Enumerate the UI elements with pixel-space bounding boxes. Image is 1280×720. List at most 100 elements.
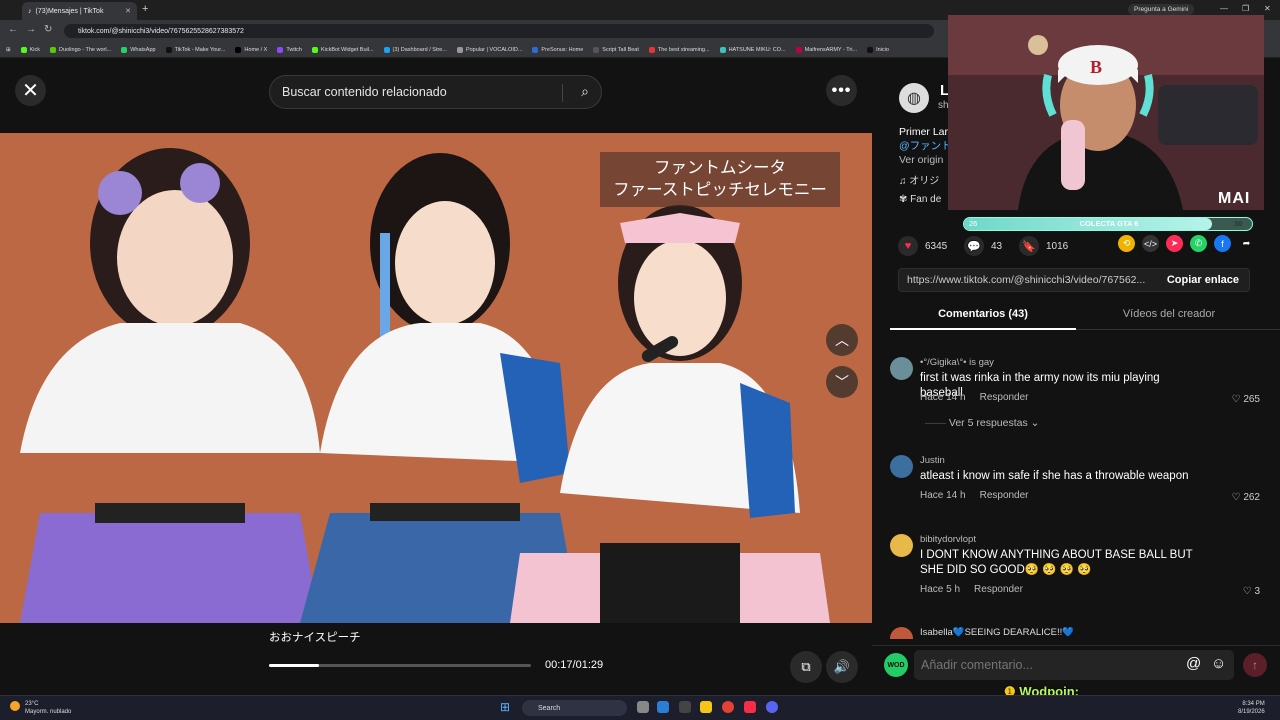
more-options-button[interactable]: •••: [826, 75, 857, 106]
reply-button[interactable]: Responder: [980, 392, 1029, 403]
previous-video-button[interactable]: ︿: [826, 324, 858, 356]
bookmark[interactable]: KickBot Widget Buil...: [311, 46, 374, 53]
author-avatar[interactable]: ◍: [899, 83, 929, 113]
close-video-button[interactable]: ✕: [15, 75, 46, 106]
weather-temp: 23°C: [25, 701, 39, 707]
back-icon[interactable]: ←: [8, 24, 18, 35]
search-placeholder: Buscar contenido relacionado: [282, 85, 447, 99]
bookmark[interactable]: HATSUNE MIKU: CO...: [719, 46, 786, 53]
whatsapp-icon[interactable]: ✆: [1190, 235, 1207, 252]
new-tab-icon[interactable]: +: [142, 3, 148, 15]
volume-button[interactable]: 🔊: [826, 651, 858, 683]
related-search-input[interactable]: Buscar contenido relacionado ⌕: [269, 75, 602, 109]
commenter-name[interactable]: bibitydorvlopt: [920, 534, 976, 545]
reply-button[interactable]: Responder: [980, 490, 1029, 501]
my-avatar[interactable]: WOD: [884, 653, 908, 677]
browser-tab[interactable]: ♪ (73)Mensajes | TikTok ✕: [22, 2, 137, 20]
comment-meta: Hace 14 h Responder: [920, 392, 1029, 403]
app-icon[interactable]: [679, 701, 691, 713]
bookmark[interactable]: WhatsApp: [121, 46, 156, 53]
next-video-button[interactable]: ﹀: [826, 366, 858, 398]
comment-time: Hace 14 h: [920, 392, 966, 403]
bookmark[interactable]: Inicio: [867, 46, 889, 53]
share-icon[interactable]: ➦: [1238, 235, 1255, 252]
commenter-avatar[interactable]: [890, 455, 913, 478]
bookmark[interactable]: Kick: [20, 46, 40, 53]
see-original-link[interactable]: Ver origin: [899, 153, 949, 167]
commenter-avatar[interactable]: [890, 627, 913, 639]
goal-label: COLECTA GTA 6: [1079, 219, 1139, 228]
bookmark[interactable]: PreSonus: Home: [532, 46, 583, 53]
comment-count: 43: [991, 240, 1003, 252]
taskbar-clock[interactable]: 8:34 PM 8/19/2026: [1238, 700, 1265, 716]
forward-icon[interactable]: →: [26, 24, 36, 35]
music-app-icon[interactable]: [744, 701, 756, 713]
post-comment-button[interactable]: ↑: [1243, 653, 1267, 677]
gemini-button[interactable]: Pregunta a Gemini: [1128, 4, 1195, 15]
chrome-icon[interactable]: [722, 701, 734, 713]
reply-button[interactable]: Responder: [974, 584, 1023, 595]
like-stat[interactable]: ♥ 6345: [898, 236, 947, 256]
app-icon[interactable]: [657, 701, 669, 713]
minimize-icon[interactable]: —: [1220, 4, 1228, 13]
comment-like[interactable]: ♡ 262: [1232, 492, 1260, 503]
comment-like-count: 3: [1254, 586, 1260, 597]
comment-like[interactable]: ♡ 265: [1232, 394, 1260, 405]
reload-icon[interactable]: ↻: [44, 24, 52, 35]
bookmark[interactable]: MaifrensARMY - Tri...: [795, 46, 857, 53]
task-view-icon[interactable]: [637, 701, 649, 713]
comment-text: I DONT KNOW ANYTHING ABOUT BASE BALL BUT…: [920, 549, 1193, 576]
bookmark[interactable]: The best streaming...: [648, 46, 710, 53]
comment-stat[interactable]: 💬 43: [964, 236, 1002, 256]
mention-icon[interactable]: @: [1186, 655, 1201, 672]
copy-link-button[interactable]: Copiar enlace: [1167, 274, 1239, 286]
maximize-icon[interactable]: ❐: [1242, 4, 1249, 13]
close-window-icon[interactable]: ✕: [1264, 4, 1271, 13]
comment-like[interactable]: ♡ 3: [1243, 586, 1260, 597]
commenter-name[interactable]: •°/Gigika\°• is gay: [920, 357, 994, 368]
close-tab-icon[interactable]: ✕: [125, 7, 131, 15]
search-icon[interactable]: ⌕: [581, 83, 589, 100]
weather-widget[interactable]: 23°C Mayorm. nublado: [25, 700, 71, 716]
view-replies-button[interactable]: —— Ver 5 respuestas ⌄: [925, 417, 1039, 429]
taskbar-search[interactable]: Search: [522, 700, 627, 716]
apps-icon[interactable]: ⊞: [6, 47, 11, 53]
emoji-icon[interactable]: ☺: [1211, 655, 1226, 672]
arrow-up-icon: ↑: [1252, 658, 1258, 672]
commenter-name[interactable]: Justin: [920, 455, 945, 466]
pip-button[interactable]: ⧉: [790, 651, 822, 683]
windows-start-icon[interactable]: ⊞: [500, 700, 510, 714]
progress-bar[interactable]: [269, 664, 531, 667]
commenter-avatar[interactable]: [890, 357, 913, 380]
goal-target: 30: [1234, 219, 1243, 228]
clock-time: 8:34 PM: [1242, 701, 1265, 707]
bookmark[interactable]: (3) Dashboard / Stre...: [383, 46, 447, 53]
comment-icon: 💬: [964, 236, 984, 256]
comment-like-count: 262: [1243, 492, 1260, 503]
file-explorer-icon[interactable]: [700, 701, 712, 713]
music-label[interactable]: ♫ オリジ: [899, 172, 939, 187]
discord-icon[interactable]: [766, 701, 778, 713]
webcam-feed: B: [948, 15, 1264, 210]
send-icon[interactable]: ➤: [1166, 235, 1183, 252]
repost-icon[interactable]: ⟲: [1118, 235, 1135, 252]
facebook-icon[interactable]: f: [1214, 235, 1231, 252]
save-stat[interactable]: 🔖 1016: [1019, 236, 1068, 256]
bookmark[interactable]: Popular | VOCALOID...: [456, 46, 522, 53]
embed-icon[interactable]: </>: [1142, 235, 1159, 252]
weather-desc: Mayorm. nublado: [25, 709, 72, 715]
bookmark[interactable]: Twitch: [277, 46, 302, 53]
bookmark[interactable]: Home / X: [235, 46, 267, 53]
url-field[interactable]: tiktok.com/@shinicchi3/video/76756255286…: [64, 24, 934, 38]
bookmark[interactable]: Duolingo - The worl...: [50, 46, 111, 53]
commenter-name[interactable]: Isabella💙SEEING DEARALICE!!💙: [920, 627, 1074, 638]
share-link[interactable]: https://www.tiktok.com/@shinicchi3/video…: [907, 274, 1162, 286]
description-mention[interactable]: @ファント: [899, 139, 949, 153]
bookmark[interactable]: Script Tall Beat: [593, 46, 639, 53]
weather-icon: [10, 701, 20, 711]
commenter-avatar[interactable]: [890, 534, 913, 557]
tab-creator-videos[interactable]: Vídeos del creador: [1076, 302, 1262, 330]
bookmark[interactable]: TikTok - Make Your...: [165, 46, 225, 53]
search-divider: [562, 84, 563, 102]
tab-comments[interactable]: Comentarios (43): [890, 302, 1076, 330]
